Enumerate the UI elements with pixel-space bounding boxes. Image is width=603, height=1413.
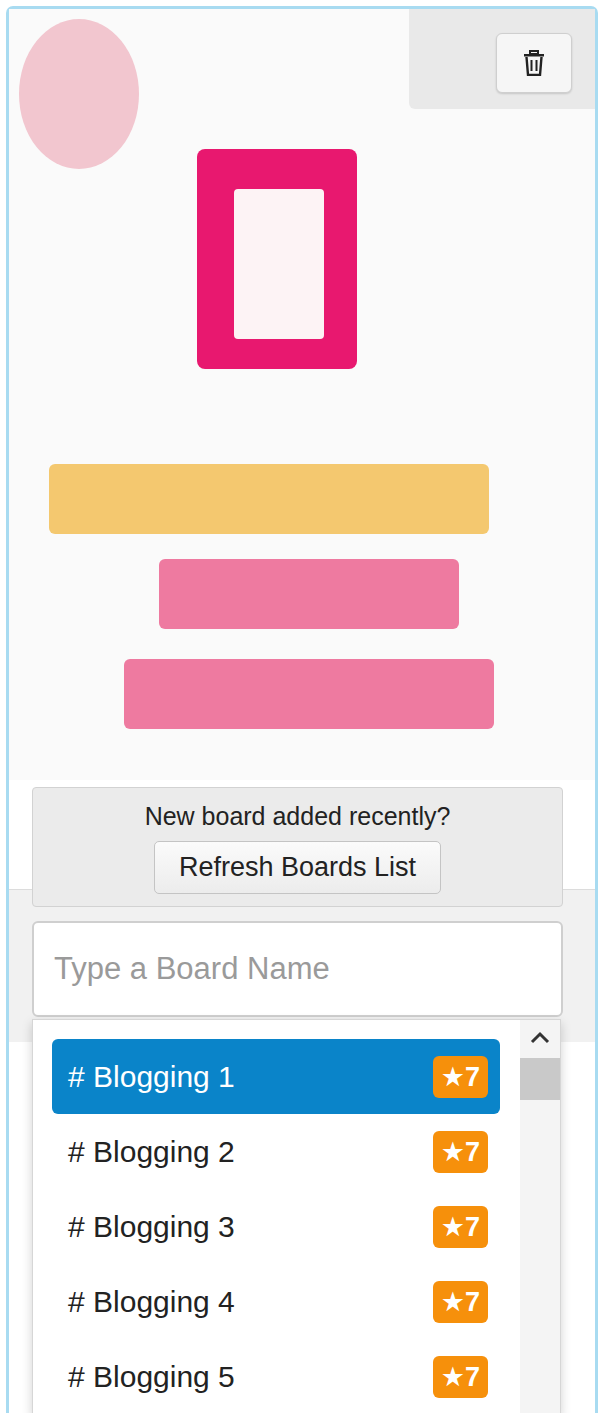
refresh-message: New board added recently? (145, 802, 451, 831)
scrollbar[interactable] (520, 1020, 560, 1413)
board-search-input[interactable] (32, 921, 563, 1017)
board-badge: ★7 (433, 1281, 488, 1323)
board-dropdown: # Blogging 1★7# Blogging 2★7# Blogging 3… (32, 1019, 561, 1413)
board-badge: ★7 (433, 1206, 488, 1248)
board-badge: ★7 (433, 1056, 488, 1098)
board-item[interactable]: # Blogging 4 ★7 (52, 1264, 500, 1339)
refresh-button[interactable]: Refresh Boards List (154, 841, 441, 894)
chevron-up-icon[interactable] (530, 1030, 550, 1044)
board-name: # Blogging 3 (68, 1210, 235, 1244)
board-item[interactable]: # Blogging 3 ★7 (52, 1189, 500, 1264)
board-item[interactable]: # Blogging 5 ★7 (52, 1339, 500, 1413)
board-list: # Blogging 1★7# Blogging 2★7# Blogging 3… (33, 1020, 520, 1413)
board-name: # Blogging 5 (68, 1360, 235, 1394)
delete-button[interactable] (496, 33, 572, 93)
refresh-panel: New board added recently? Refresh Boards … (32, 787, 563, 907)
board-badge: ★7 (433, 1131, 488, 1173)
pin-image (9, 9, 595, 780)
board-item[interactable]: # Blogging 2 ★7 (52, 1114, 500, 1189)
board-badge: ★7 (433, 1356, 488, 1398)
scrollbar-thumb[interactable] (520, 1058, 560, 1100)
board-name: # Blogging 4 (68, 1285, 235, 1319)
board-name: # Blogging 2 (68, 1135, 235, 1169)
pin-card: New board added recently? Refresh Boards … (6, 6, 598, 1413)
board-controls: New board added recently? Refresh Boards … (9, 780, 595, 1413)
board-item[interactable]: # Blogging 1 ★7 (52, 1039, 500, 1114)
board-name: # Blogging 1 (68, 1060, 235, 1094)
trash-icon (522, 50, 546, 76)
